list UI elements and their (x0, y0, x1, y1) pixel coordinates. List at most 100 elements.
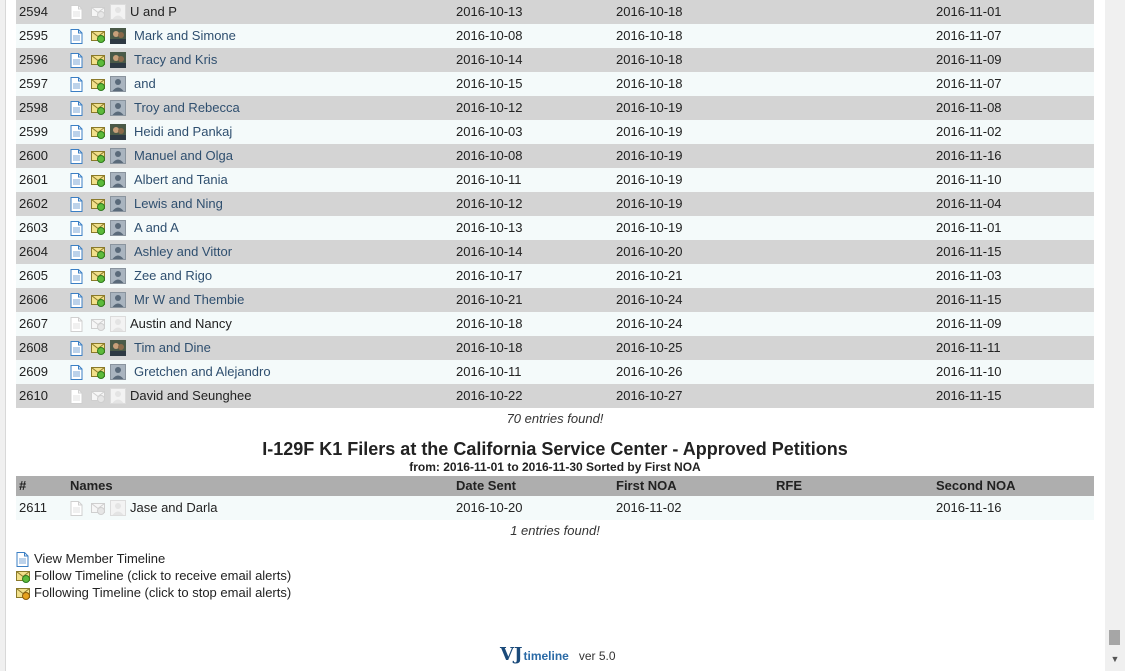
view-timeline-icon[interactable] (70, 269, 83, 284)
follow-timeline-icon[interactable] (91, 29, 105, 44)
view-timeline-icon[interactable] (70, 101, 83, 116)
avatar (110, 28, 126, 44)
follow-timeline-icon[interactable] (91, 245, 105, 260)
view-timeline-icon[interactable] (70, 53, 83, 68)
follow-timeline-icon[interactable] (91, 365, 105, 380)
following-envelope-icon (16, 586, 30, 604)
view-timeline-icon (70, 317, 83, 332)
view-timeline-icon[interactable] (70, 149, 83, 164)
row-number: 2603 (19, 220, 48, 235)
filer-names: Jase and Darla (130, 500, 218, 515)
legend-following: Following Timeline (click to stop email … (16, 585, 291, 601)
vertical-scrollbar[interactable]: ▼ (1105, 0, 1125, 671)
first-noa: 2016-10-26 (616, 364, 683, 379)
filer-names[interactable]: Lewis and Ning (134, 192, 223, 216)
scrollbar-thumb[interactable] (1109, 630, 1120, 645)
view-timeline-icon[interactable] (70, 125, 83, 140)
follow-timeline-icon[interactable] (91, 341, 105, 356)
table-row: 2603 A and A 2016-10-13 2016-10-19 2016-… (16, 216, 1094, 240)
first-noa: 2016-10-19 (616, 124, 683, 139)
view-timeline-icon[interactable] (70, 293, 83, 308)
view-timeline-icon[interactable] (70, 221, 83, 236)
section-subtitle: from: 2016-11-01 to 2016-11-30 Sorted by… (409, 460, 701, 474)
filer-names[interactable]: Albert and Tania (134, 168, 228, 192)
second-noa: 2016-11-16 (936, 148, 1002, 163)
view-timeline-icon[interactable] (70, 77, 83, 92)
row-number: 2604 (19, 244, 48, 259)
filer-names[interactable]: Ashley and Vittor (134, 240, 232, 264)
follow-timeline-icon[interactable] (91, 149, 105, 164)
table-row: 2608 Tim and Dine 2016-10-18 2016-10-25 … (16, 336, 1094, 360)
view-timeline-icon[interactable] (70, 173, 83, 188)
table-row: 2604 Ashley and Vittor 2016-10-14 2016-1… (16, 240, 1094, 264)
row-number: 2602 (19, 196, 48, 211)
follow-timeline-icon (91, 389, 105, 404)
view-timeline-icon[interactable] (70, 365, 83, 380)
filer-names[interactable]: Manuel and Olga (134, 144, 233, 168)
filer-names[interactable]: Mark and Simone (134, 24, 236, 48)
avatar (110, 4, 126, 20)
filer-names[interactable]: Zee and Rigo (134, 264, 212, 288)
follow-timeline-icon[interactable] (91, 197, 105, 212)
second-noa: 2016-11-04 (936, 196, 1002, 211)
filer-names: U and P (130, 4, 177, 19)
view-timeline-icon[interactable] (70, 197, 83, 212)
header-first-noa[interactable]: First NOA (616, 476, 677, 496)
view-timeline-icon[interactable] (70, 29, 83, 44)
follow-timeline-icon[interactable] (91, 269, 105, 284)
date-sent: 2016-10-08 (456, 148, 523, 163)
second-noa: 2016-11-03 (936, 268, 1002, 283)
view-timeline-icon[interactable] (70, 245, 83, 260)
row-number: 2597 (19, 76, 48, 91)
follow-timeline-icon[interactable] (91, 125, 105, 140)
row-number: 2607 (19, 316, 48, 331)
view-timeline-icon (70, 5, 83, 20)
table-row: 2610 David and Seunghee 2016-10-22 2016-… (16, 384, 1094, 408)
follow-timeline-icon[interactable] (91, 77, 105, 92)
date-sent: 2016-10-14 (456, 244, 523, 259)
row-number: 2610 (19, 388, 48, 403)
date-sent: 2016-10-03 (456, 124, 523, 139)
avatar (110, 220, 126, 236)
table-header: # Names Date Sent First NOA RFE Second N… (16, 476, 1094, 496)
logo-vj: VJ (500, 644, 523, 665)
view-timeline-icon[interactable] (70, 341, 83, 356)
second-noa: 2016-11-09 (936, 316, 1002, 331)
header-date-sent[interactable]: Date Sent (456, 476, 516, 496)
filer-names: David and Seunghee (130, 388, 252, 403)
avatar (110, 268, 126, 284)
follow-timeline-icon[interactable] (91, 221, 105, 236)
filer-names[interactable]: and (134, 72, 156, 96)
first-noa: 2016-10-27 (616, 388, 683, 403)
first-noa: 2016-11-02 (616, 500, 682, 515)
date-sent: 2016-10-08 (456, 28, 523, 43)
filer-names[interactable]: A and A (134, 216, 179, 240)
filer-names[interactable]: Troy and Rebecca (134, 96, 240, 120)
header-names[interactable]: Names (70, 476, 113, 496)
table-row: 2595 Mark and Simone 2016-10-08 2016-10-… (16, 24, 1094, 48)
header-rfe[interactable]: RFE (776, 476, 802, 496)
table-row: 2599 Heidi and Pankaj 2016-10-03 2016-10… (16, 120, 1094, 144)
filer-names[interactable]: Tim and Dine (134, 336, 211, 360)
row-number: 2611 (19, 500, 47, 515)
footer-logo[interactable]: VJtimeline ver 5.0 (500, 644, 616, 666)
follow-timeline-icon[interactable] (91, 53, 105, 68)
header-second-noa[interactable]: Second NOA (936, 476, 1015, 496)
filer-names[interactable]: Tracy and Kris (134, 48, 217, 72)
table-row: 2601 Albert and Tania 2016-10-11 2016-10… (16, 168, 1094, 192)
follow-timeline-icon[interactable] (91, 101, 105, 116)
row-number: 2596 (19, 52, 48, 67)
first-noa: 2016-10-19 (616, 172, 683, 187)
avatar (110, 316, 126, 332)
filer-names[interactable]: Gretchen and Alejandro (134, 360, 271, 384)
date-sent: 2016-10-13 (456, 220, 523, 235)
follow-timeline-icon[interactable] (91, 293, 105, 308)
scroll-down-arrow-icon[interactable]: ▼ (1110, 654, 1120, 664)
filer-names[interactable]: Mr W and Thembie (134, 288, 244, 312)
header-num[interactable]: # (19, 476, 26, 496)
filers-table-1: 2594 U and P 2016-10-13 2016-10-18 2016-… (16, 0, 1094, 408)
filer-names[interactable]: Heidi and Pankaj (134, 120, 232, 144)
table-row: 2607 Austin and Nancy 2016-10-18 2016-10… (16, 312, 1094, 336)
second-noa: 2016-11-15 (936, 388, 1002, 403)
follow-timeline-icon[interactable] (91, 173, 105, 188)
